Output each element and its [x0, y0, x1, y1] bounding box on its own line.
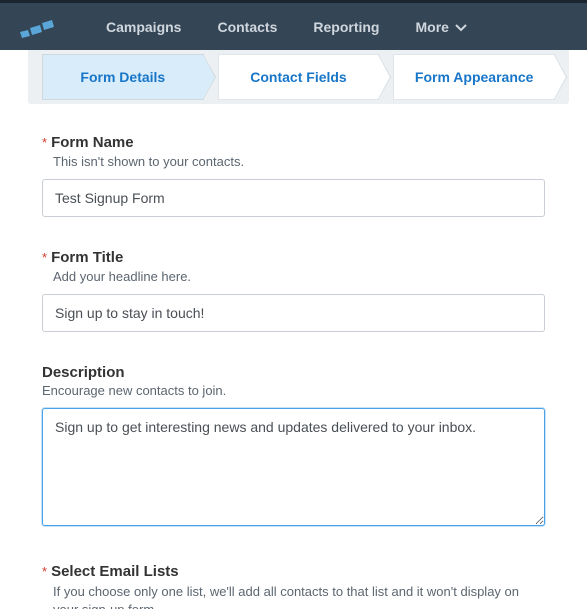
description-label: Description	[42, 364, 125, 381]
step-form-details[interactable]: Form Details	[42, 54, 204, 100]
form-title-input[interactable]	[42, 294, 545, 332]
description-textarea[interactable]: Sign up to get interesting news and upda…	[42, 408, 545, 526]
form-title-label: Form Title	[51, 249, 123, 266]
description-hint: Encourage new contacts to join.	[42, 383, 545, 398]
nav-reporting[interactable]: Reporting	[295, 3, 397, 50]
nav-label: More	[415, 19, 448, 35]
field-description: Description Encourage new contacts to jo…	[42, 364, 545, 531]
top-nav: Campaigns Contacts Reporting More	[0, 3, 587, 50]
nav-label: Reporting	[313, 19, 379, 35]
field-form-name: * Form Name This isn't shown to your con…	[42, 134, 545, 217]
step-form-appearance[interactable]: Form Appearance	[393, 54, 555, 100]
required-marker: *	[42, 249, 47, 267]
form-title-hint: Add your headline here.	[53, 269, 545, 284]
select-lists-label: Select Email Lists	[51, 563, 179, 580]
logo-icon	[18, 16, 58, 38]
form-name-input[interactable]	[42, 179, 545, 217]
required-marker: *	[42, 134, 47, 152]
step-label: Contact Fields	[250, 69, 346, 85]
field-form-title: * Form Title Add your headline here.	[42, 249, 545, 332]
chevron-down-icon	[455, 19, 467, 35]
nav-contacts[interactable]: Contacts	[199, 3, 295, 50]
field-select-lists: * Select Email Lists If you choose only …	[42, 563, 545, 609]
step-label: Form Details	[80, 69, 165, 85]
brand-logo[interactable]	[18, 16, 58, 38]
nav-label: Campaigns	[106, 19, 181, 35]
nav-label: Contacts	[217, 19, 277, 35]
nav-campaigns[interactable]: Campaigns	[88, 3, 199, 50]
wizard-container: Form Details Contact Fields Form Appeara…	[28, 50, 569, 104]
step-label: Form Appearance	[415, 69, 534, 85]
required-marker: *	[42, 563, 47, 581]
select-lists-hint: If you choose only one list, we'll add a…	[53, 583, 545, 609]
wizard-steps: Form Details Contact Fields Form Appeara…	[28, 54, 569, 100]
form-name-label: Form Name	[51, 134, 134, 151]
form-area: * Form Name This isn't shown to your con…	[0, 104, 587, 609]
step-contact-fields[interactable]: Contact Fields	[218, 54, 380, 100]
nav-more[interactable]: More	[397, 3, 484, 50]
form-name-hint: This isn't shown to your contacts.	[53, 154, 545, 169]
